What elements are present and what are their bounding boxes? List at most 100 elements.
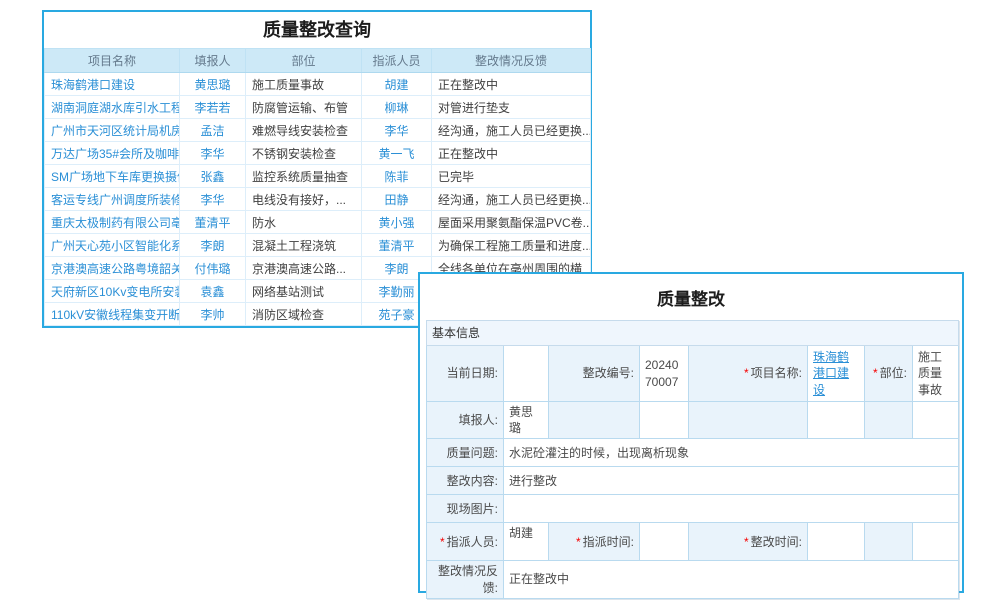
form-row-reporter: 填报人: 黄思璐 <box>427 402 959 439</box>
assignee-cell: 黄小强 <box>362 211 432 234</box>
assignee-cell: 胡建 <box>362 73 432 96</box>
reporter-cell: 袁鑫 <box>180 280 246 303</box>
section-title-basic-info: 基本信息 <box>427 321 959 346</box>
assignee-cell: 黄一飞 <box>362 142 432 165</box>
feedback-cell: 正在整改中 <box>432 142 591 165</box>
reporter-cell: 张鑫 <box>180 165 246 188</box>
rectification-number-field: 2024070007 <box>640 346 689 402</box>
feedback-cell: 正在整改中 <box>432 73 591 96</box>
reporter-label: 填报人: <box>427 402 504 439</box>
empty-label-cell <box>865 523 913 561</box>
location-cell: 防腐管运输、布管 <box>246 96 362 119</box>
reporter-cell: 孟洁 <box>180 119 246 142</box>
project-name-link[interactable]: 广州市天河区统计局机房改 <box>45 119 180 142</box>
project-name-link[interactable]: 珠海鹤港口建设 <box>813 350 849 396</box>
location-cell: 混凝土工程浇筑 <box>246 234 362 257</box>
current-date-label: 当前日期: <box>427 346 504 402</box>
location-cell: 不锈钢安装检查 <box>246 142 362 165</box>
form-row-problem: 质量问题: 水泥砼灌注的时候，出现离析现象 <box>427 439 959 467</box>
project-name-link[interactable]: 重庆太极制药有限公司亳州 <box>45 211 180 234</box>
reporter-field[interactable]: 黄思璐 <box>504 402 549 439</box>
form-row-photos: 现场图片: <box>427 495 959 523</box>
table-row: 珠海鹤港口建设 黄思璐 施工质量事故 胡建 正在整改中 <box>45 73 591 96</box>
required-marker: * <box>576 535 581 549</box>
page: 质量整改查询 项目名称 填报人 部位 指派人员 整改情况反馈 珠海鹤港口建设 黄… <box>0 0 1000 600</box>
table-row: 万达广场35#会所及咖啡厅 李华 不锈钢安装检查 黄一飞 正在整改中 <box>45 142 591 165</box>
assignee-cell: 董清平 <box>362 234 432 257</box>
project-name-link[interactable]: 客运专线广州调度所装修项 <box>45 188 180 211</box>
project-name-link[interactable]: 广州天心苑小区智能化系统 <box>45 234 180 257</box>
table-row: 客运专线广州调度所装修项 李华 电线没有接好，... 田静 经沟通，施工人员已经… <box>45 188 591 211</box>
reporter-cell: 李朗 <box>180 234 246 257</box>
column-header-location: 部位 <box>246 49 362 73</box>
rectification-content-field[interactable]: 进行整改 <box>504 467 959 495</box>
project-name-link[interactable]: 湖南洞庭湖水库引水工程施 <box>45 96 180 119</box>
empty-value-cell <box>808 402 865 439</box>
rectification-content-label: 整改内容: <box>427 467 504 495</box>
form-title: 质量整改 <box>420 285 962 310</box>
column-header-project: 项目名称 <box>45 49 180 73</box>
quality-problem-field[interactable]: 水泥砼灌注的时候，出现离析现象 <box>504 439 959 467</box>
empty-label-cell <box>549 402 640 439</box>
project-name-link[interactable]: 京港澳高速公路粤境韶关至 <box>45 257 180 280</box>
feedback-label: 整改情况反馈: <box>427 561 504 598</box>
rectification-number-label: 整改编号: <box>549 346 640 402</box>
assign-time-label: *指派时间: <box>549 523 640 561</box>
required-marker: * <box>744 366 749 380</box>
form-row-content: 整改内容: 进行整改 <box>427 467 959 495</box>
reporter-cell: 李帅 <box>180 303 246 326</box>
required-marker: * <box>873 366 878 380</box>
project-name-link[interactable]: 珠海鹤港口建设 <box>45 73 180 96</box>
assign-time-field[interactable] <box>640 523 689 561</box>
reporter-cell: 李华 <box>180 142 246 165</box>
project-name-field: 珠海鹤港口建设 <box>808 346 865 402</box>
location-cell: 施工质量事故 <box>246 73 362 96</box>
column-header-reporter: 填报人 <box>180 49 246 73</box>
query-panel-title: 质量整改查询 <box>44 12 590 48</box>
site-photos-label: 现场图片: <box>427 495 504 523</box>
assignee-cell: 李华 <box>362 119 432 142</box>
empty-label-cell <box>865 402 913 439</box>
empty-value-cell <box>913 402 959 439</box>
project-name-link[interactable]: 万达广场35#会所及咖啡厅 <box>45 142 180 165</box>
assignee-field[interactable]: 胡建 <box>504 523 549 561</box>
table-row: 湖南洞庭湖水库引水工程施 李若若 防腐管运输、布管 柳琳 对管进行垫支 <box>45 96 591 119</box>
table-row: 重庆太极制药有限公司亳州 董清平 防水 黄小强 屋面采用聚氨酯保温PVC卷... <box>45 211 591 234</box>
project-name-label: *项目名称: <box>689 346 808 402</box>
quality-problem-label: 质量问题: <box>427 439 504 467</box>
feedback-cell: 已完毕 <box>432 165 591 188</box>
form-row-dates: 当前日期: 整改编号: 2024070007 *项目名称: 珠海鹤港口建设 *部… <box>427 346 959 402</box>
assignee-cell: 田静 <box>362 188 432 211</box>
feedback-field[interactable]: 正在整改中 <box>504 561 959 598</box>
location-cell: 难燃导线安装检查 <box>246 119 362 142</box>
reporter-cell: 李华 <box>180 188 246 211</box>
location-cell: 网络基站测试 <box>246 280 362 303</box>
project-name-link[interactable]: 110kV安徽线程集变开断线 <box>45 303 180 326</box>
reporter-cell: 李若若 <box>180 96 246 119</box>
site-photos-field[interactable] <box>504 495 959 523</box>
quality-rectification-form-panel: 质量整改 基本信息 当前日期: 整改编号: 2024070007 *项目名称: … <box>418 272 964 593</box>
reporter-cell: 付伟璐 <box>180 257 246 280</box>
table-row: 广州市天河区统计局机房改 孟洁 难燃导线安装检查 李华 经沟通，施工人员已经更换… <box>45 119 591 142</box>
feedback-cell: 经沟通，施工人员已经更换... <box>432 188 591 211</box>
empty-label-cell <box>689 402 808 439</box>
table-row: 广州天心苑小区智能化系统 李朗 混凝土工程浇筑 董清平 为确保工程施工质量和进度… <box>45 234 591 257</box>
location-cell: 电线没有接好，... <box>246 188 362 211</box>
location-label: *部位: <box>865 346 913 402</box>
location-cell: 防水 <box>246 211 362 234</box>
query-table-header-row: 项目名称 填报人 部位 指派人员 整改情况反馈 <box>45 49 591 73</box>
empty-value-cell <box>913 523 959 561</box>
form-row-feedback: 整改情况反馈: 正在整改中 <box>427 561 959 598</box>
feedback-cell: 经沟通，施工人员已经更换... <box>432 119 591 142</box>
location-field[interactable]: 施工质量事故 <box>913 346 959 402</box>
reporter-cell: 黄思璐 <box>180 73 246 96</box>
rectification-form-table: 基本信息 当前日期: 整改编号: 2024070007 *项目名称: 珠海鹤港口… <box>426 320 959 599</box>
location-cell: 京港澳高速公路... <box>246 257 362 280</box>
project-name-link[interactable]: 天府新区10Kv变电所安装工 <box>45 280 180 303</box>
rectification-time-field[interactable] <box>808 523 865 561</box>
column-header-feedback: 整改情况反馈 <box>432 49 591 73</box>
reporter-cell: 董清平 <box>180 211 246 234</box>
project-name-link[interactable]: SM广场地下车库更换摄像 <box>45 165 180 188</box>
required-marker: * <box>440 535 445 549</box>
current-date-field[interactable] <box>504 346 549 402</box>
